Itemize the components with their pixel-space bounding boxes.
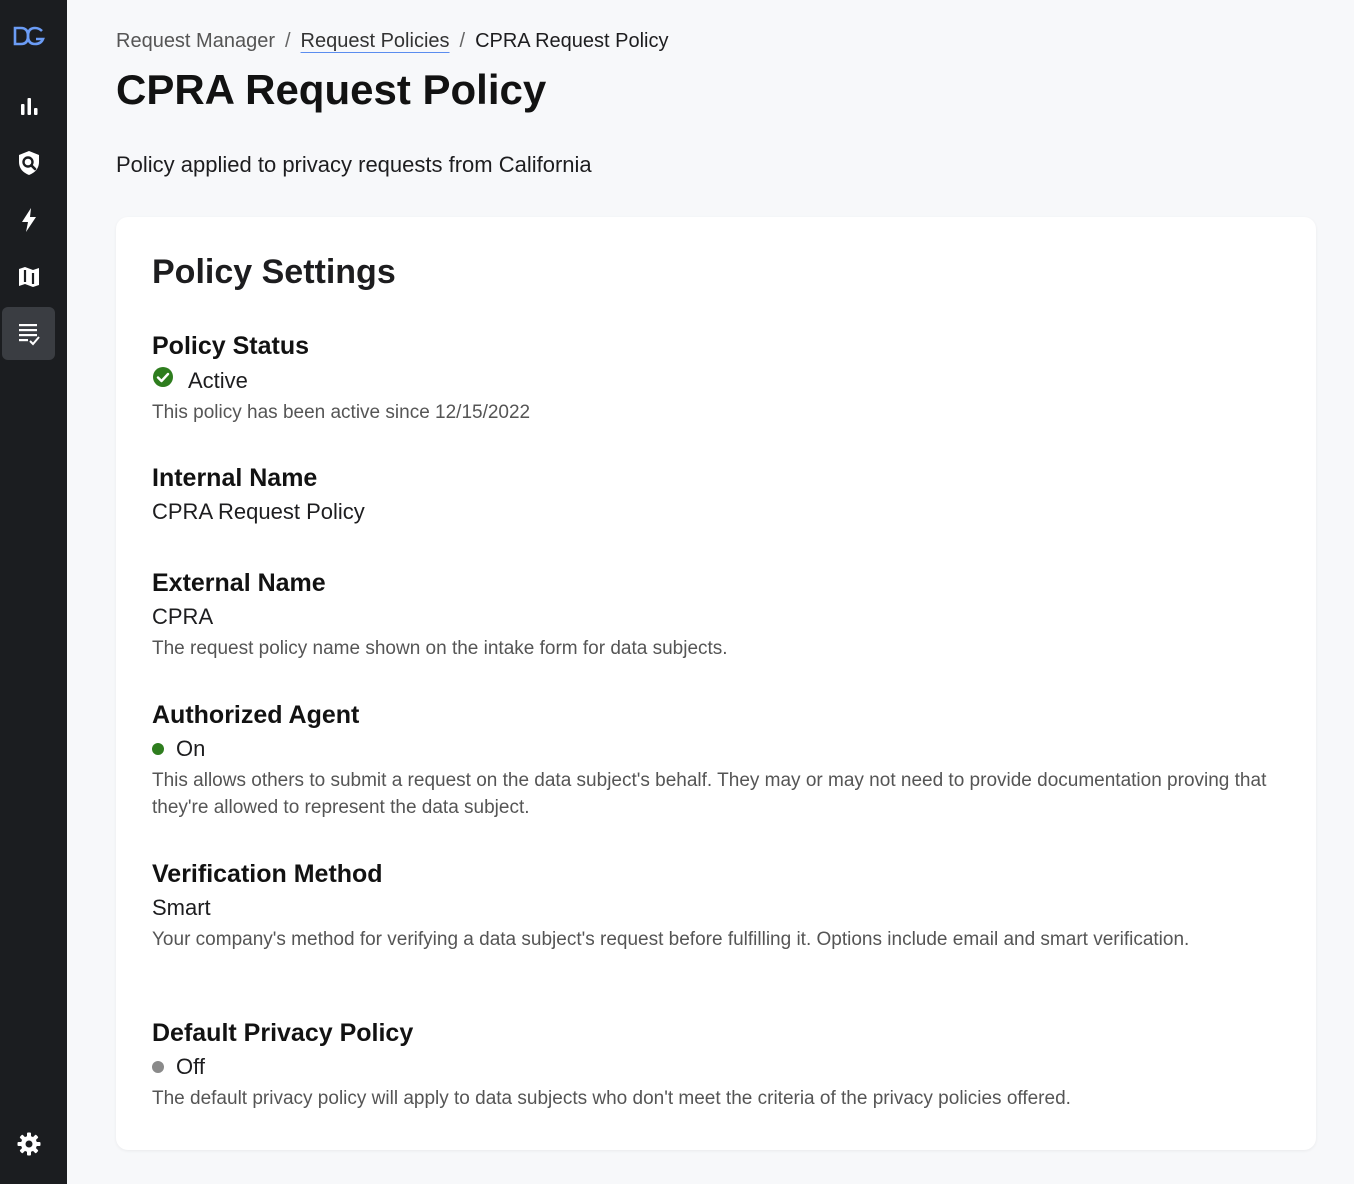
- checklist-icon: [17, 321, 41, 347]
- verification-method-field: Verification Method Smart Your company's…: [152, 859, 1272, 953]
- toggle-state: Off: [176, 1054, 205, 1079]
- field-label: Verification Method: [152, 860, 383, 888]
- status-dot-off: [152, 1061, 164, 1073]
- field-help: Your company's method for verifying a da…: [152, 929, 1190, 950]
- field-label: Internal Name: [152, 464, 318, 492]
- field-value: Active: [152, 366, 1272, 395]
- field-value: CPRA: [152, 604, 214, 629]
- external-name-field: External Name CPRA The request policy na…: [152, 568, 1272, 662]
- breadcrumb-link-request-policies[interactable]: Request Policies: [301, 30, 450, 52]
- field-value: Off: [152, 1053, 1272, 1081]
- sidebar-item-settings[interactable]: [2, 1117, 55, 1170]
- field-label: Default Privacy Policy: [152, 1019, 414, 1047]
- dg-logo-icon[interactable]: [12, 24, 46, 53]
- breadcrumb-separator: /: [284, 30, 291, 52]
- sidebar-item-analytics[interactable]: [2, 79, 55, 132]
- policy-settings-card: Policy Settings Policy Status Active Thi…: [116, 217, 1316, 1150]
- map-icon: [17, 265, 41, 289]
- field-value: Smart: [152, 895, 211, 920]
- shield-search-icon: [17, 150, 41, 176]
- sidebar-item-data-map[interactable]: [2, 250, 55, 303]
- field-label: External Name: [152, 569, 326, 597]
- field-label: Policy Status: [152, 332, 309, 360]
- internal-name-field: Internal Name CPRA Request Policy: [152, 463, 1272, 526]
- field-help: The default privacy policy will apply to…: [152, 1088, 1071, 1109]
- authorized-agent-field: Authorized Agent On This allows others t…: [152, 700, 1272, 821]
- policy-status-field: Policy Status Active This policy has bee…: [152, 331, 1272, 426]
- field-label: Authorized Agent: [152, 701, 360, 729]
- page-title: CPRA Request Policy: [116, 66, 547, 113]
- breadcrumb: Request Manager / Request Policies / CPRA Re…: [116, 30, 669, 53]
- sidebar: [0, 0, 67, 1184]
- bar-chart-icon: [18, 95, 40, 117]
- sidebar-item-automations[interactable]: [2, 193, 55, 246]
- breadcrumb-separator: /: [459, 30, 466, 52]
- status-value: Active: [188, 367, 248, 393]
- field-help: This policy has been active since 12/15/…: [152, 402, 531, 423]
- field-help: The request policy name shown on the int…: [152, 638, 728, 659]
- sidebar-item-discovery[interactable]: [2, 136, 55, 189]
- check-circle-icon: [152, 366, 188, 395]
- gear-icon: [16, 1131, 42, 1157]
- lightning-icon: [20, 207, 38, 233]
- field-value: On: [152, 735, 1272, 763]
- field-value: CPRA Request Policy: [152, 499, 365, 524]
- breadcrumb-current: CPRA Request Policy: [475, 30, 669, 52]
- field-help: This allows others to submit a request o…: [152, 770, 1267, 818]
- sidebar-item-request-manager[interactable]: [2, 307, 55, 360]
- toggle-state: On: [176, 736, 206, 761]
- page-description: Policy applied to privacy requests from …: [116, 152, 592, 177]
- default-privacy-policy-field: Default Privacy Policy Off The default p…: [152, 1018, 1272, 1112]
- card-title: Policy Settings: [152, 253, 396, 291]
- breadcrumb-root: Request Manager: [116, 30, 275, 52]
- status-dot-on: [152, 743, 164, 755]
